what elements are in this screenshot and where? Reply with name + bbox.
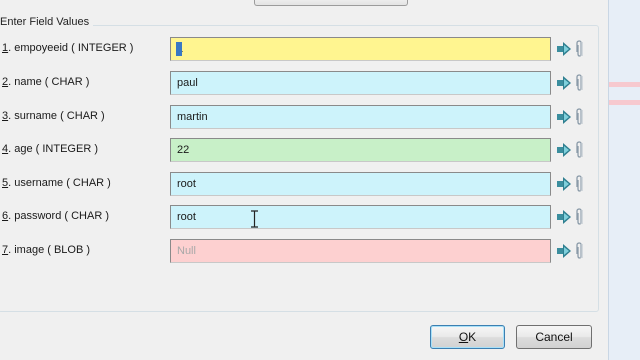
empoyeeid-input[interactable] [170,37,551,61]
text-cursor-icon [251,210,258,228]
arrow-right-icon[interactable] [556,75,572,91]
paperclip-icon[interactable] [575,141,584,159]
field-label: 3. surname ( CHAR ) [2,110,105,122]
background-window-strip [608,0,640,360]
field-label: 4. age ( INTEGER ) [2,143,98,155]
arrow-right-icon[interactable] [556,109,572,125]
paperclip-icon[interactable] [575,40,584,58]
field-label: 5. username ( CHAR ) [2,177,111,189]
field-label: 7. image ( BLOB ) [2,244,91,256]
field-row-password: 6. password ( CHAR ) [0,205,600,231]
arrow-right-icon[interactable] [556,176,572,192]
field-row-surname: 3. surname ( CHAR ) [0,105,600,131]
field-row-name: 2. name ( CHAR ) [0,71,600,97]
field-values-group [0,25,599,312]
age-input[interactable] [170,138,551,162]
paperclip-icon[interactable] [575,74,584,92]
paperclip-icon[interactable] [575,108,584,126]
arrow-right-icon[interactable] [556,41,572,57]
paperclip-icon[interactable] [575,175,584,193]
name-input[interactable] [170,71,551,95]
arrow-right-icon[interactable] [556,243,572,259]
field-row-empoyeeid: 1. empoyeeid ( INTEGER ) [0,37,600,63]
paperclip-icon[interactable] [575,208,584,226]
field-row-age: 4. age ( INTEGER ) [0,138,600,164]
background-highlight [609,82,640,87]
field-label: 2. name ( CHAR ) [2,76,90,88]
image-input[interactable] [170,239,551,263]
group-title: Enter Field Values [0,16,94,28]
password-input[interactable] [170,205,551,229]
field-label: 1. empoyeeid ( INTEGER ) [2,42,134,54]
username-input[interactable] [170,172,551,196]
background-highlight [609,100,640,105]
paperclip-icon[interactable] [575,242,584,260]
arrow-right-icon[interactable] [556,142,572,158]
top-button[interactable] [254,0,408,6]
arrow-right-icon[interactable] [556,209,572,225]
field-label: 6. password ( CHAR ) [2,210,109,222]
text-selection [176,42,182,56]
cancel-button[interactable]: Cancel [516,325,592,349]
ok-button[interactable]: OK [430,325,505,349]
surname-input[interactable] [170,105,551,129]
field-row-image: 7. image ( BLOB ) [0,239,600,265]
field-row-username: 5. username ( CHAR ) [0,172,600,198]
